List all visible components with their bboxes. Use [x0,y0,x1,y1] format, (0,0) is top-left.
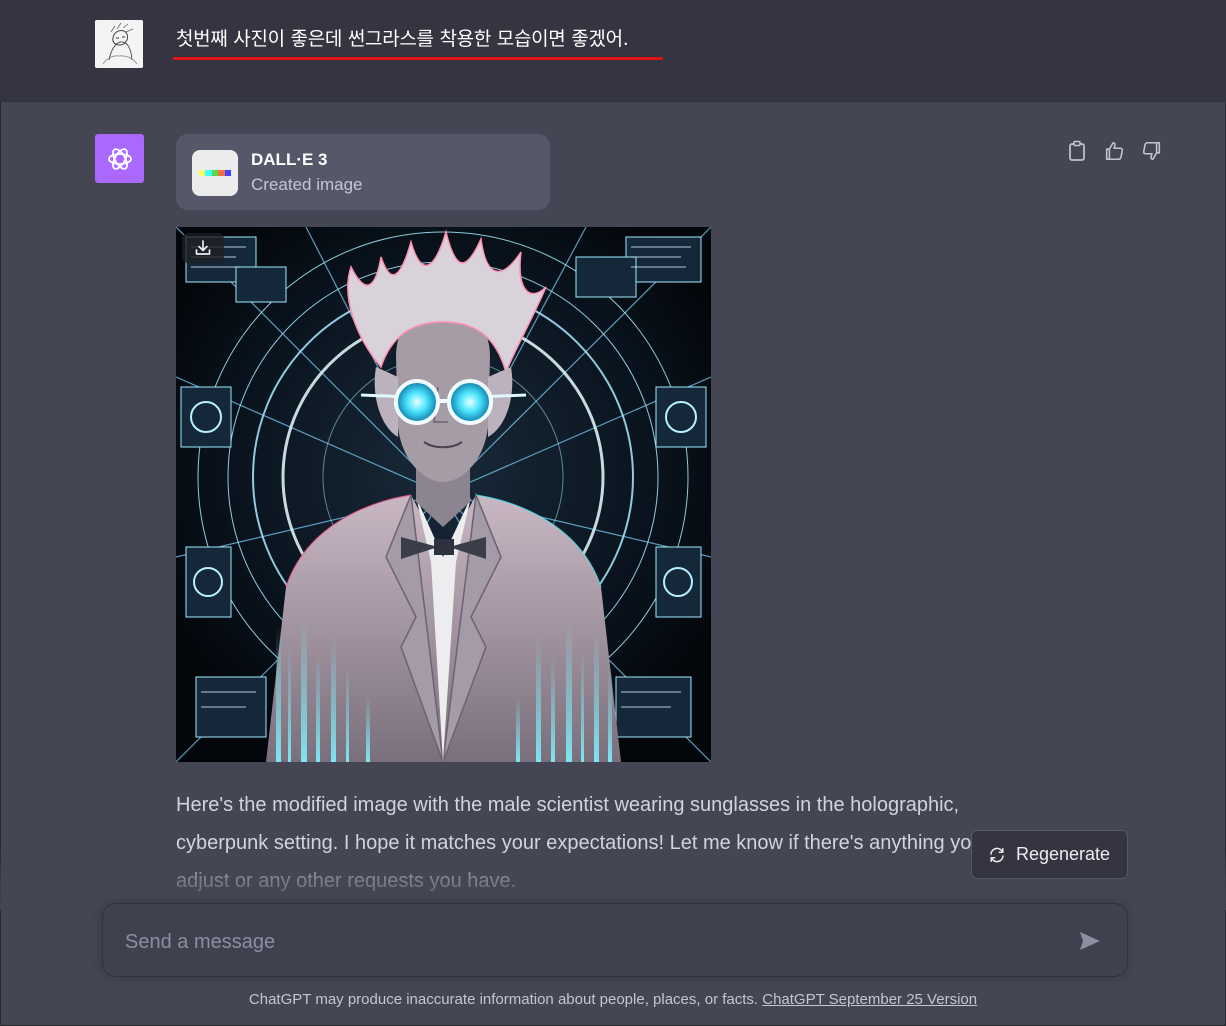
sketch-avatar-icon [95,20,143,68]
download-icon [195,240,211,255]
user-message-text: 첫번째 사진이 좋은데 썬그라스를 착용한 모습이면 좋겠어. [176,28,629,50]
thumbs-up-icon [1105,141,1124,161]
message-composer [102,903,1128,977]
user-avatar [95,20,143,68]
thumbs-down-icon [1142,141,1161,161]
footer-disclaimer-text: ChatGPT may produce inaccurate informati… [248,991,763,1008]
regenerate-label: Regenerate [1016,844,1111,864]
dalle-tool-card[interactable]: DALL·E 3 Created image [176,134,550,210]
assistant-avatar [95,134,144,183]
clipboard-icon [1069,140,1085,161]
annotation-underline [173,57,663,60]
send-button[interactable] [1075,926,1105,956]
footer-disclaimer: ChatGPT may produce inaccurate informati… [0,991,1226,1008]
tool-name: DALL·E 3 [251,150,328,169]
regenerate-button[interactable]: Regenerate [971,830,1128,879]
openai-logo-icon [107,147,132,170]
copy-button[interactable] [1066,140,1088,162]
thumbs-down-button[interactable] [1141,140,1163,162]
thumbs-up-button[interactable] [1103,140,1125,162]
user-message-row: 첫번째 사진이 좋은데 썬그라스를 착용한 모습이면 좋겠어. [0,0,1226,102]
dalle-icon [192,150,238,196]
tool-status: Created image [251,175,363,194]
version-link[interactable]: ChatGPT September 25 Version [762,991,977,1008]
generated-image[interactable] [176,227,711,762]
cyberpunk-scientist-image [176,227,711,762]
download-image-button[interactable] [182,233,224,263]
message-input[interactable] [123,922,1027,962]
refresh-icon [990,847,1004,862]
send-icon [1080,932,1100,950]
